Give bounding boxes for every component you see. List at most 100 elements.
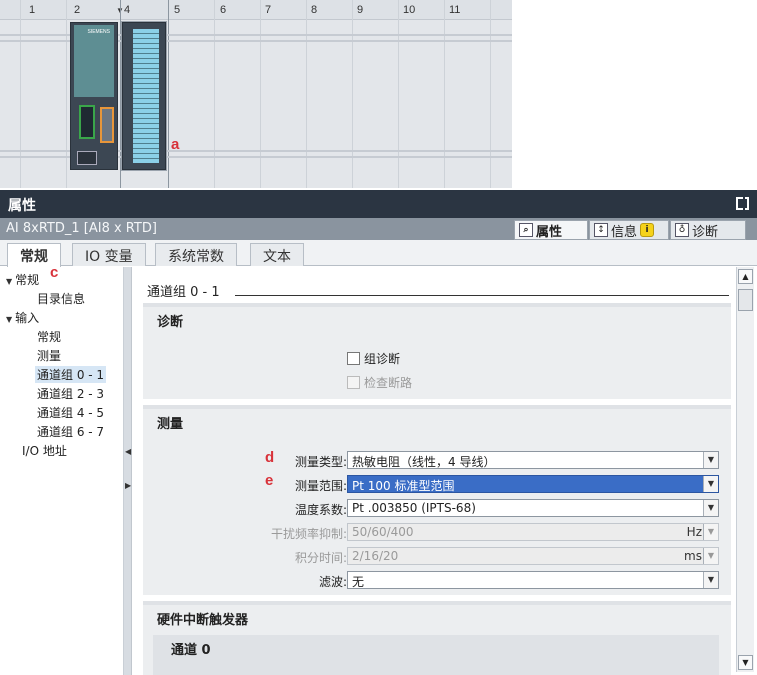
tab-info[interactable]: ↕ 信息 i (589, 220, 669, 240)
nav-item-channel-group-4-5[interactable]: 通道组 4 - 5 (37, 404, 104, 421)
object-bar: AI 8xRTD_1 [AI8 x RTD] ⌕ 属性 ↕ 信息 i ♁ 诊断 (0, 218, 757, 240)
measurement-range-row: 测量范围: Pt 100 标准型范围 ▼ (143, 475, 731, 495)
nav-item-input[interactable]: ▼ 输入 (6, 309, 39, 326)
section-divider (235, 295, 729, 296)
tab-io-tags[interactable]: IO 变量 (72, 243, 146, 266)
integration-time-label: 积分时间: (294, 551, 347, 565)
nav-item-channel-group-0-1[interactable]: 通道组 0 - 1 (35, 366, 107, 383)
unit-hz: Hz (686, 525, 702, 539)
slot-number: 6 (220, 4, 227, 16)
measurement-title: 测量 (157, 417, 184, 432)
tab-diagnostics[interactable]: ♁ 诊断 (670, 220, 746, 240)
rack-view: 1 2 ▼ 4 5 6 7 8 9 10 11 SIEMENS a (0, 0, 512, 188)
filter-select[interactable]: 无 ▼ (347, 571, 719, 589)
filter-label: 滤波: (318, 575, 347, 589)
tab-info-label: 信息 (611, 224, 638, 240)
nav-item-io-address[interactable]: I/O 地址 (22, 442, 67, 459)
vertical-scrollbar[interactable]: ▲ ▼ (736, 267, 754, 672)
chevron-down-icon[interactable]: ▼ (703, 476, 718, 492)
slot-number: 10 (403, 4, 416, 16)
group-diagnostics-checkbox-row[interactable]: 组诊断 (347, 350, 400, 367)
noise-suppression-select: 50/60/400 Hz ▼ (347, 523, 719, 541)
info-arrows-icon: ↕ (594, 223, 608, 237)
measurement-type-label: 测量类型: (294, 455, 347, 469)
object-name: AI 8xRTD_1 [AI8 x RTD] (6, 221, 157, 236)
integration-time-row: 积分时间: 2/16/20 ms ▼ (143, 547, 731, 567)
panel-splitter[interactable]: ◀ ▶ (124, 267, 132, 675)
measurement-range-label: 测量范围: (294, 479, 347, 493)
channel-0-group: 通道 0 (153, 635, 719, 675)
nav-item-measurement[interactable]: 测量 (37, 347, 61, 364)
tab-properties[interactable]: ⌕ 属性 (514, 220, 588, 240)
diagnostics-icon: ♁ (675, 223, 689, 237)
measurement-type-row: 测量类型: 热敏电阻（线性，4 导线） ▼ (143, 451, 731, 471)
nav-item-general[interactable]: ▼ 常规 (6, 271, 39, 288)
properties-icon: ⌕ (519, 223, 533, 237)
temp-coefficient-select[interactable]: Pt .003850 (IPTS-68) ▼ (347, 499, 719, 517)
noise-suppression-row: 干扰频率抑制: 50/60/400 Hz ▼ (143, 523, 731, 543)
content-pane: 通道组 0 - 1 诊断 组诊断 检查断路 测量 测量类型: 热敏电阻（线性，4… (133, 267, 735, 675)
group-diagnostics-checkbox[interactable] (347, 352, 360, 365)
integration-time-select: 2/16/20 ms ▼ (347, 547, 719, 565)
chevron-down-icon: ▼ (703, 548, 718, 564)
cpu-module[interactable]: SIEMENS (70, 22, 118, 170)
expand-right-icon[interactable]: ▶ (125, 481, 131, 490)
expand-icon: ▼ (6, 315, 13, 324)
measurement-range-select[interactable]: Pt 100 标准型范围 ▼ (347, 475, 719, 493)
filter-row: 滤波: 无 ▼ (143, 571, 731, 591)
measurement-group: 测量 测量类型: 热敏电阻（线性，4 导线） ▼ 测量范围: Pt 100 标准型… (143, 405, 731, 595)
temp-coefficient-row: 温度系数: Pt .003850 (IPTS-68) ▼ (143, 499, 731, 519)
section-title: 通道组 0 - 1 (147, 285, 220, 300)
slot-number: 4 (124, 4, 131, 16)
noise-suppression-label: 干扰频率抑制: (270, 527, 347, 541)
slot-number: 9 (357, 4, 364, 16)
hw-interrupt-group: 硬件中断触发器 通道 0 (143, 601, 731, 675)
info-icon: i (640, 223, 655, 237)
ai-module-selected[interactable] (121, 21, 167, 171)
nav-tree: ▼ 常规 目录信息 ▼ 输入 常规 测量 通道组 0 - 1 通道组 2 - 3 通… (0, 267, 124, 675)
nav-item-channel-group-6-7[interactable]: 通道组 6 - 7 (37, 423, 104, 440)
wire-break-checkbox (347, 376, 360, 389)
wire-break-checkbox-row: 检查断路 (347, 374, 412, 391)
brand-logo: SIEMENS (87, 29, 110, 35)
tab-system-constants[interactable]: 系统常数 (155, 243, 237, 266)
slot-number: 11 (449, 4, 461, 16)
marker-a: a (171, 136, 180, 153)
unit-ms: ms (684, 549, 702, 563)
tab-texts[interactable]: 文本 (250, 243, 304, 266)
marker-e: e (265, 472, 274, 489)
wire-break-label: 检查断路 (364, 376, 413, 390)
nav-item-channel-group-2-3[interactable]: 通道组 2 - 3 (37, 385, 104, 402)
title-bar: 属性 (0, 190, 757, 218)
slot-number: 7 (265, 4, 272, 16)
scroll-thumb[interactable] (738, 289, 753, 311)
nav-item-catalog[interactable]: 目录信息 (37, 290, 85, 307)
tab-diagnostics-label: 诊断 (692, 224, 719, 240)
marker-c: c (50, 264, 59, 281)
chevron-down-icon[interactable]: ▼ (703, 452, 718, 468)
group-diagnostics-label: 组诊断 (364, 352, 401, 366)
temp-coefficient-label: 温度系数: (294, 503, 347, 517)
cpu-base-icon (77, 151, 97, 165)
slot-number: 5 (174, 4, 181, 16)
measurement-type-select[interactable]: 热敏电阻（线性，4 导线） ▼ (347, 451, 719, 469)
sub-tabs: 常规 IO 变量 系统常数 文本 (0, 240, 757, 267)
serial-port-icon (100, 107, 114, 143)
nav-item-input-general[interactable]: 常规 (37, 328, 61, 345)
scroll-up-icon[interactable]: ▲ (738, 269, 753, 284)
slot-header: 1 2 ▼ 4 5 6 7 8 9 10 11 (0, 0, 512, 20)
chevron-down-icon[interactable]: ▼ (703, 500, 718, 516)
expand-icon: ▼ (6, 277, 13, 286)
collapse-left-icon[interactable]: ◀ (125, 447, 131, 456)
marker-d: d (265, 449, 275, 466)
slot-number: 2 (74, 4, 81, 16)
dock-icon[interactable] (736, 197, 749, 210)
diagnostics-group: 诊断 组诊断 检查断路 (143, 303, 731, 399)
chevron-down-icon[interactable]: ▼ (703, 572, 718, 588)
hw-interrupt-title: 硬件中断触发器 (157, 613, 249, 628)
channel-0-title: 通道 0 (171, 643, 211, 658)
cpu-front-panel: SIEMENS (74, 25, 114, 97)
slot-number: 1 (29, 4, 36, 16)
scroll-down-icon[interactable]: ▼ (738, 655, 753, 670)
diagnostics-title: 诊断 (157, 315, 184, 330)
